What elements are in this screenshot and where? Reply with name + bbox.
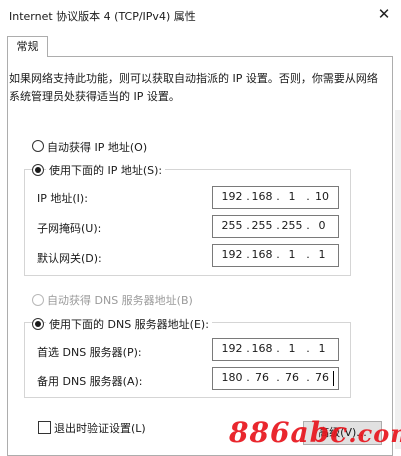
window-edge xyxy=(395,110,401,449)
octet: 255 xyxy=(251,219,273,232)
auto-dns-label[interactable]: 自动获得 DNS 服务器地址(B) xyxy=(47,292,193,308)
octet: 10 xyxy=(315,190,329,203)
validate-on-exit-checkbox[interactable] xyxy=(38,421,51,434)
preferred-dns-field[interactable]: 192 . 168 . 1 . 1 xyxy=(212,338,339,361)
octet: 255 xyxy=(281,219,303,232)
window-title: Internet 协议版本 4 (TCP/IPv4) 属性 xyxy=(9,10,196,23)
octet: 255 xyxy=(221,219,243,232)
octet: 192 xyxy=(221,190,243,203)
default-gateway-field[interactable]: 192 . 168 . 1 . 1 xyxy=(212,244,339,267)
octet: 192 xyxy=(221,248,243,261)
validate-on-exit-label[interactable]: 退出时验证设置(L) xyxy=(54,420,146,436)
close-icon[interactable]: ✕ xyxy=(367,0,401,30)
octet: 168 xyxy=(251,342,273,355)
site-watermark: 886abc.com xyxy=(229,416,401,449)
octet: 1 xyxy=(288,190,296,203)
preferred-dns-label: 首选 DNS 服务器(P): xyxy=(37,346,142,359)
subnet-mask-field[interactable]: 255 . 255 . 255 . 0 xyxy=(212,215,339,238)
manual-ip-radio[interactable] xyxy=(32,164,44,176)
octet: 1 xyxy=(318,342,326,355)
subnet-mask-label: 子网掩码(U): xyxy=(37,222,102,235)
tab-general[interactable]: 常规 xyxy=(7,36,48,57)
auto-ip-radio[interactable] xyxy=(32,140,44,152)
manual-dns-label[interactable]: 使用下面的 DNS 服务器地址(E): xyxy=(46,316,212,332)
octet: 76 xyxy=(285,371,299,384)
octet: 168 xyxy=(251,248,273,261)
octet: 1 xyxy=(288,248,296,261)
auto-dns-radio[interactable] xyxy=(32,294,44,306)
ip-address-field[interactable]: 192 . 168 . 1 . 10 xyxy=(212,186,339,209)
manual-ip-label[interactable]: 使用下面的 IP 地址(S): xyxy=(46,162,166,178)
octet: 1 xyxy=(288,342,296,355)
title-bar: Internet 协议版本 4 (TCP/IPv4) 属性 ✕ xyxy=(0,0,401,30)
octet: 76 xyxy=(315,371,329,384)
auto-ip-label[interactable]: 自动获得 IP 地址(O) xyxy=(47,139,147,155)
octet: 1 xyxy=(318,248,326,261)
octet: 180 xyxy=(221,371,243,384)
default-gateway-label: 默认网关(D): xyxy=(37,252,102,265)
watermark-suffix: .com xyxy=(348,419,401,448)
octet: 0 xyxy=(318,219,326,232)
octet: 168 xyxy=(251,190,273,203)
octet: 76 xyxy=(255,371,269,384)
watermark-main: 886abc xyxy=(229,416,349,449)
ip-address-label: IP 地址(I): xyxy=(37,192,88,205)
alternate-dns-label: 备用 DNS 服务器(A): xyxy=(37,375,143,388)
description-text: 如果网络支持此功能，则可以获取自动指派的 IP 设置。否则，你需要从网络系统管理… xyxy=(9,72,378,103)
alternate-dns-field[interactable]: 180 . 76 . 76 . 76 xyxy=(212,367,339,390)
text-caret xyxy=(333,371,334,386)
manual-dns-radio[interactable] xyxy=(32,318,44,330)
octet: 192 xyxy=(221,342,243,355)
